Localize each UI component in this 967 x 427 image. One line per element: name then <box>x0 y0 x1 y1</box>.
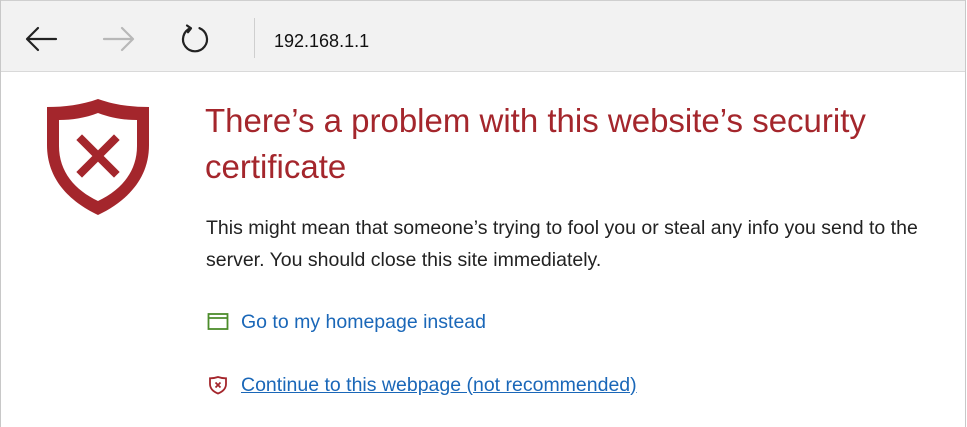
back-arrow-icon <box>25 26 58 52</box>
browser-toolbar: 192.168.1.1 <box>1 0 965 72</box>
refresh-button[interactable] <box>175 19 215 59</box>
toolbar-separator <box>254 18 255 58</box>
home-page-icon <box>207 311 229 333</box>
browser-window: 192.168.1.1 There’s a problem with this … <box>0 0 966 427</box>
refresh-icon <box>181 24 209 53</box>
back-button[interactable] <box>21 19 61 59</box>
continue-link-label[interactable]: Continue to this webpage (not recommende… <box>241 374 637 397</box>
homepage-link-label[interactable]: Go to my homepage instead <box>241 311 486 334</box>
continue-link[interactable]: Continue to this webpage (not recommende… <box>207 371 637 399</box>
error-message: This might mean that someone’s trying to… <box>206 217 918 271</box>
forward-arrow-icon <box>102 26 135 52</box>
homepage-link[interactable]: Go to my homepage instead <box>207 308 486 336</box>
forward-button[interactable] <box>99 19 139 59</box>
shield-error-icon <box>47 99 149 215</box>
shield-warning-icon <box>207 374 229 396</box>
address-bar[interactable]: 192.168.1.1 <box>274 31 369 52</box>
page-title: There’s a problem with this website’s se… <box>205 102 866 185</box>
